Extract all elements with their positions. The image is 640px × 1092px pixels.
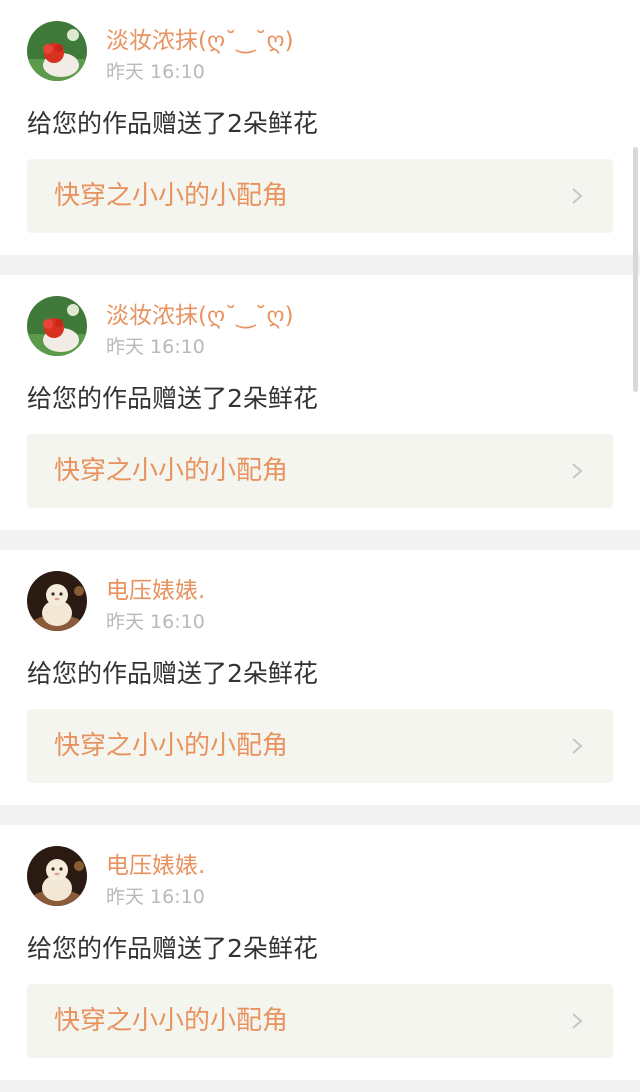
work-link[interactable]: 快穿之小小的小配角 (27, 984, 613, 1058)
scrollbar[interactable] (633, 147, 638, 392)
chevron-right-icon (572, 738, 583, 754)
work-link[interactable]: 快穿之小小的小配角 (27, 159, 613, 233)
gift-message: 给您的作品赠送了2朵鲜花 (27, 659, 318, 688)
username[interactable]: 淡妆浓抹(ღ˘‿˘ღ) (106, 301, 294, 331)
username[interactable]: 淡妆浓抹(ღ˘‿˘ღ) (106, 26, 294, 56)
chevron-right-icon (572, 1013, 583, 1029)
timestamp: 昨天 16:10 (106, 611, 205, 633)
work-title: 快穿之小小的小配角 (54, 181, 289, 211)
avatar[interactable] (27, 296, 87, 356)
work-title: 快穿之小小的小配角 (54, 1006, 289, 1036)
avatar[interactable] (27, 21, 87, 81)
timestamp: 昨天 16:10 (106, 886, 205, 908)
timestamp: 昨天 16:10 (106, 336, 205, 358)
figurine-avatar-icon (27, 846, 87, 906)
avatar[interactable] (27, 571, 87, 631)
gift-message: 给您的作品赠送了2朵鲜花 (27, 934, 318, 963)
notification-card: 电压婊婊. 昨天 16:10 给您的作品赠送了2朵鲜花 快穿之小小的小配角 (0, 550, 640, 805)
chevron-right-icon (572, 188, 583, 204)
figurine-avatar-icon (27, 571, 87, 631)
gift-message: 给您的作品赠送了2朵鲜花 (27, 109, 318, 138)
flower-avatar-icon (27, 296, 87, 356)
work-title: 快穿之小小的小配角 (54, 731, 289, 761)
notification-card: 淡妆浓抹(ღ˘‿˘ღ) 昨天 16:10 给您的作品赠送了2朵鲜花 快穿之小小的… (0, 275, 640, 530)
chevron-right-icon (572, 463, 583, 479)
username[interactable]: 电压婊婊. (106, 851, 205, 881)
work-link[interactable]: 快穿之小小的小配角 (27, 434, 613, 508)
work-title: 快穿之小小的小配角 (54, 456, 289, 486)
notification-card: 淡妆浓抹(ღ˘‿˘ღ) 昨天 16:10 给您的作品赠送了2朵鲜花 快穿之小小的… (0, 0, 640, 255)
timestamp: 昨天 16:10 (106, 61, 205, 83)
username[interactable]: 电压婊婊. (106, 576, 205, 606)
gift-message: 给您的作品赠送了2朵鲜花 (27, 384, 318, 413)
avatar[interactable] (27, 846, 87, 906)
work-link[interactable]: 快穿之小小的小配角 (27, 709, 613, 783)
notification-card: 电压婊婊. 昨天 16:10 给您的作品赠送了2朵鲜花 快穿之小小的小配角 (0, 825, 640, 1080)
flower-avatar-icon (27, 21, 87, 81)
